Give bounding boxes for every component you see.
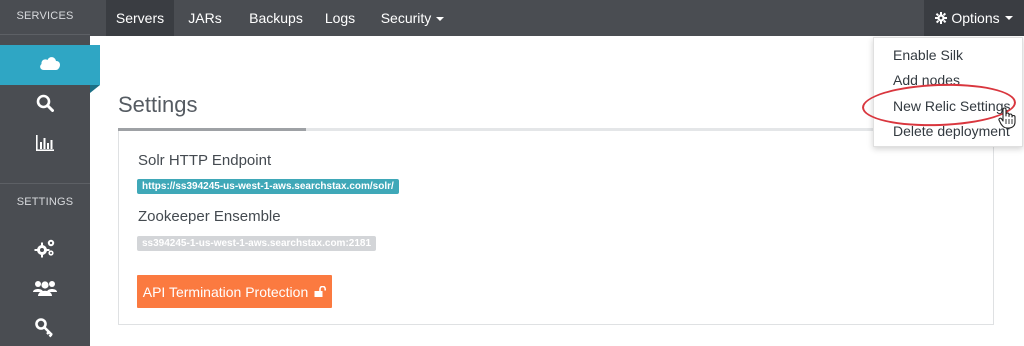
options-dropdown-button[interactable]: Options	[924, 0, 1024, 36]
settings-heading: SETTINGS	[16, 196, 74, 208]
hand-cursor-icon	[998, 107, 1016, 134]
page-title: Settings	[118, 92, 198, 117]
chevron-down-icon	[436, 17, 445, 22]
sidebar-item-analytics[interactable]	[0, 125, 90, 165]
services-heading: SERVICES	[16, 10, 74, 22]
tab-logs[interactable]: Logs	[318, 0, 362, 36]
sidebar-divider	[0, 183, 90, 184]
menu-item-enable-silk[interactable]: Enable Silk	[893, 47, 963, 63]
tab-security-label: Security	[380, 10, 432, 26]
key-icon	[35, 317, 55, 343]
zookeeper-label: Zookeeper Ensemble	[138, 208, 281, 225]
app-root: SERVICES SETTINGS Servers JARs Backups L…	[0, 0, 1024, 346]
solr-endpoint-value[interactable]: https://ss394245-us-west-1-aws.searchsta…	[137, 179, 399, 194]
zookeeper-value[interactable]: ss394245-1-us-west-1-aws.searchstax.com:…	[137, 236, 377, 251]
left-sidebar: SERVICES SETTINGS	[0, 0, 100, 346]
gears-icon	[34, 238, 56, 263]
sidebar-item-config[interactable]	[0, 230, 90, 270]
api-button-label: API Termination Protection	[142, 283, 309, 300]
cloud-icon	[39, 55, 61, 76]
chevron-down-icon	[1004, 16, 1013, 20]
sidebar-item-search[interactable]	[0, 85, 90, 125]
gear-icon	[935, 12, 948, 24]
bar-chart-icon	[35, 134, 55, 157]
tab-jars[interactable]: JARs	[178, 0, 232, 36]
solr-endpoint-label: Solr HTTP Endpoint	[138, 152, 272, 169]
options-label: Options	[951, 10, 1000, 26]
users-icon	[33, 279, 57, 302]
search-icon	[36, 94, 54, 117]
unlock-icon	[314, 286, 327, 297]
sidebar-item-users[interactable]	[0, 270, 90, 310]
top-navbar: Servers JARs Backups Logs Security Optio…	[90, 0, 1024, 36]
tab-servers[interactable]: Servers	[106, 0, 174, 36]
api-termination-protection-button[interactable]: API Termination Protection	[137, 275, 332, 308]
tab-security[interactable]: Security	[375, 0, 450, 36]
sidebar-item-keys[interactable]	[0, 310, 90, 346]
tab-backups[interactable]: Backups	[238, 0, 314, 36]
sidebar-item-cloud[interactable]	[0, 45, 100, 93]
sidebar-divider	[0, 34, 90, 35]
